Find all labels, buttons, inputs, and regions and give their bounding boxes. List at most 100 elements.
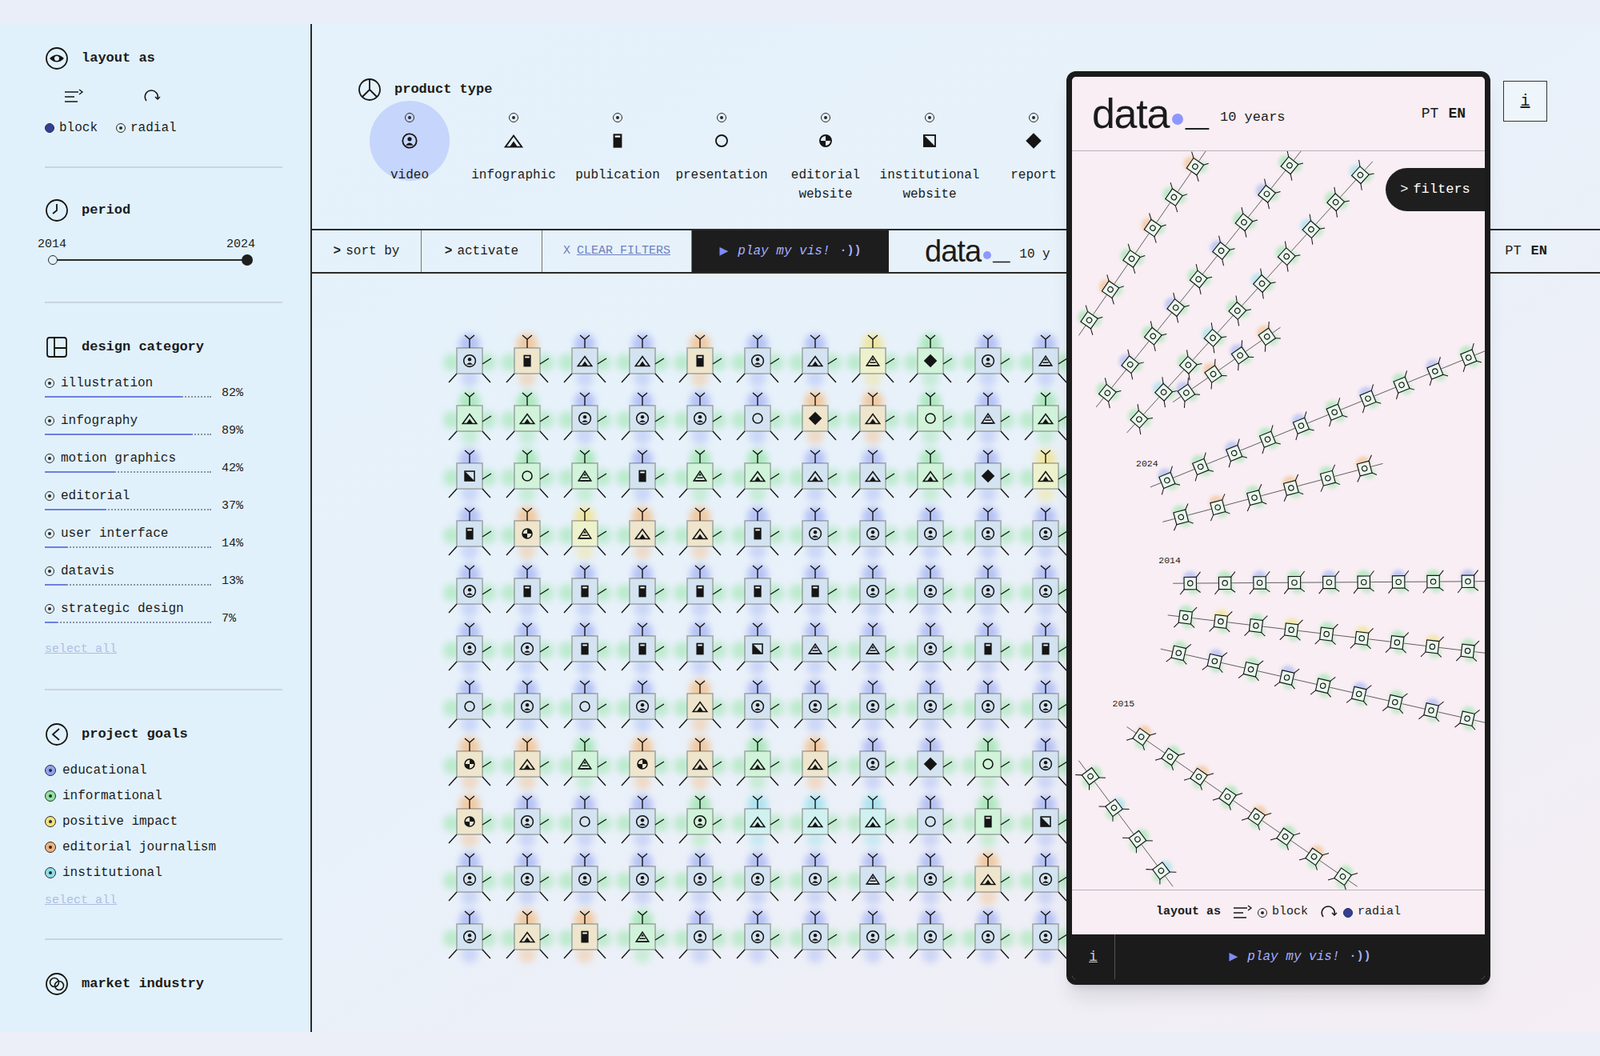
work-glyph[interactable] xyxy=(901,677,960,736)
radial-layout-icon[interactable] xyxy=(1319,904,1339,922)
work-glyph[interactable] xyxy=(844,504,902,563)
mini-glyph[interactable] xyxy=(1241,800,1272,832)
mini-glyph[interactable] xyxy=(1388,569,1409,594)
work-glyph[interactable] xyxy=(786,389,844,448)
work-glyph[interactable] xyxy=(440,908,499,966)
mini-glyph[interactable] xyxy=(1136,212,1168,244)
work-glyph[interactable] xyxy=(959,447,1017,505)
work-glyph[interactable] xyxy=(844,908,902,966)
work-glyph[interactable] xyxy=(556,389,614,448)
category-item[interactable]: user interface14% xyxy=(44,524,283,563)
radio[interactable] xyxy=(116,123,126,133)
work-glyph[interactable] xyxy=(671,735,729,793)
work-glyph[interactable] xyxy=(728,677,787,736)
mini-glyph[interactable] xyxy=(1180,571,1201,596)
category-item[interactable]: strategic design7% xyxy=(44,600,283,638)
info-label[interactable]: i xyxy=(1520,89,1530,114)
work-glyph[interactable] xyxy=(786,332,844,390)
work-glyph[interactable] xyxy=(901,850,960,908)
work-glyph[interactable] xyxy=(728,389,787,448)
mini-glyph[interactable] xyxy=(1454,704,1480,732)
work-glyph[interactable] xyxy=(901,504,960,563)
work-glyph[interactable] xyxy=(440,850,499,908)
work-glyph[interactable] xyxy=(498,389,556,448)
mini-glyph[interactable] xyxy=(1284,570,1305,595)
mini-glyph[interactable] xyxy=(1253,424,1282,454)
info-button[interactable]: i xyxy=(1072,934,1116,980)
mini-glyph[interactable] xyxy=(1295,213,1327,245)
work-glyph[interactable] xyxy=(728,332,787,390)
language-option[interactable]: PT xyxy=(1504,240,1521,262)
work-glyph[interactable] xyxy=(844,677,902,736)
mini-glyph[interactable] xyxy=(1209,608,1233,634)
work-glyph[interactable] xyxy=(844,562,902,620)
work-glyph[interactable] xyxy=(671,447,729,505)
work-glyph[interactable] xyxy=(959,792,1017,851)
work-glyph[interactable] xyxy=(556,735,614,793)
work-glyph[interactable] xyxy=(844,447,902,505)
mini-glyph[interactable] xyxy=(1172,348,1204,380)
radio[interactable] xyxy=(1028,112,1039,123)
info-button[interactable]: i xyxy=(1503,80,1548,122)
mini-glyph[interactable] xyxy=(1075,760,1107,792)
work-glyph[interactable] xyxy=(901,735,960,793)
work-glyph[interactable] xyxy=(440,735,499,793)
radio[interactable] xyxy=(44,604,55,614)
work-glyph[interactable] xyxy=(556,850,614,908)
work-glyph[interactable] xyxy=(498,332,556,390)
work-glyph[interactable] xyxy=(901,792,960,851)
language-label[interactable]: EN xyxy=(1448,105,1466,122)
filters-button[interactable]: >filters xyxy=(1385,168,1485,212)
slider-handle-start[interactable] xyxy=(48,255,58,265)
goal-item[interactable]: positive impact xyxy=(44,808,283,835)
work-glyph[interactable] xyxy=(613,620,672,678)
mini-glyph[interactable] xyxy=(1122,824,1154,855)
slider-handle-end[interactable] xyxy=(241,254,253,266)
work-glyph[interactable] xyxy=(440,447,499,505)
mini-glyph[interactable] xyxy=(1320,186,1352,218)
mini-glyph[interactable] xyxy=(1278,473,1304,502)
mini-glyph[interactable] xyxy=(1205,235,1237,266)
mini-glyph[interactable] xyxy=(1214,570,1236,595)
work-glyph[interactable] xyxy=(613,677,672,736)
mini-glyph[interactable] xyxy=(1299,840,1330,872)
language-label[interactable]: EN xyxy=(1531,243,1548,259)
mini-glyph[interactable] xyxy=(1246,268,1278,300)
mini-glyph[interactable] xyxy=(1145,855,1177,886)
work-glyph[interactable] xyxy=(844,332,902,390)
radio[interactable] xyxy=(716,112,727,123)
work-glyph[interactable] xyxy=(498,620,556,678)
language-option[interactable]: EN xyxy=(1531,240,1548,262)
work-glyph[interactable] xyxy=(613,504,672,563)
work-glyph[interactable] xyxy=(440,792,499,851)
work-glyph[interactable] xyxy=(901,447,960,505)
mini-glyph[interactable] xyxy=(1420,633,1444,660)
mini-glyph[interactable] xyxy=(1168,502,1194,531)
work-glyph[interactable] xyxy=(959,735,1017,793)
mini-glyph[interactable] xyxy=(1385,628,1409,655)
work-glyph[interactable] xyxy=(498,504,556,563)
mini-glyph[interactable] xyxy=(1270,240,1302,272)
work-glyph[interactable] xyxy=(844,620,902,678)
work-glyph[interactable] xyxy=(728,792,787,851)
work-glyph[interactable] xyxy=(498,447,556,505)
language-label[interactable]: PT xyxy=(1504,243,1521,259)
work-glyph[interactable] xyxy=(671,677,729,736)
mini-glyph[interactable] xyxy=(1241,483,1268,512)
product-type-item[interactable]: institutional website xyxy=(877,111,982,204)
work-glyph[interactable] xyxy=(440,562,499,620)
mini-glyph[interactable] xyxy=(1315,464,1341,492)
mini-glyph[interactable] xyxy=(1318,569,1340,594)
work-glyph[interactable] xyxy=(556,332,614,390)
mini-glyph[interactable] xyxy=(1273,151,1305,181)
mini-glyph[interactable] xyxy=(1179,151,1211,182)
mini-glyph[interactable] xyxy=(1186,451,1215,481)
select-all-link[interactable]: select all xyxy=(44,642,117,656)
work-glyph[interactable] xyxy=(901,620,960,678)
work-glyph[interactable] xyxy=(498,677,556,736)
mini-glyph[interactable] xyxy=(1420,356,1449,386)
radio[interactable] xyxy=(508,112,519,123)
radial-layout-icon[interactable] xyxy=(142,88,162,106)
play-button[interactable]: ▶play my vis!·)) xyxy=(1115,946,1485,968)
work-glyph[interactable] xyxy=(786,447,844,505)
